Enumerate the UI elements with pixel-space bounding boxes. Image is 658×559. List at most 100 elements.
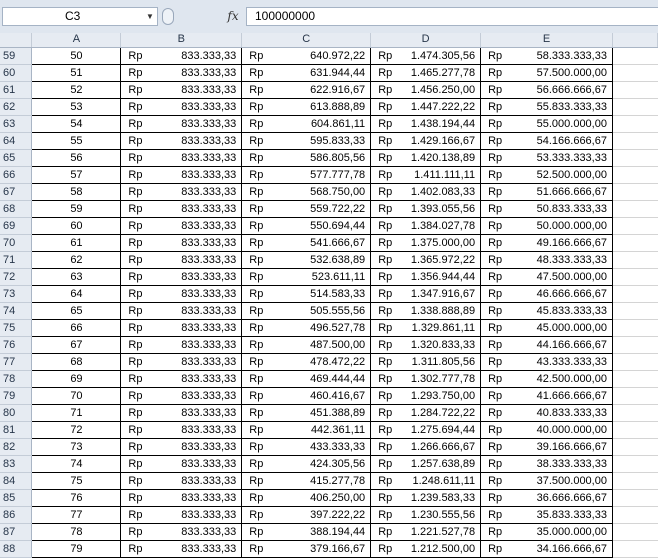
cell-d[interactable]: Rp 1.293.750,00 bbox=[370, 387, 482, 405]
cell-d[interactable]: Rp 1.393.055,56 bbox=[370, 200, 482, 218]
cell-d[interactable]: Rp 1.320.833,33 bbox=[370, 336, 482, 354]
row-header[interactable]: 87 bbox=[0, 523, 33, 541]
cell-f[interactable] bbox=[612, 438, 658, 456]
column-header-d[interactable]: D bbox=[370, 33, 482, 48]
cell-b[interactable]: Rp 833.333,33 bbox=[120, 217, 243, 235]
cell-d[interactable]: Rp 1.329.861,11 bbox=[370, 319, 482, 337]
cell-f[interactable] bbox=[612, 149, 658, 167]
cell-a[interactable]: 63 bbox=[31, 268, 122, 286]
cell-f[interactable] bbox=[612, 251, 658, 269]
cell-c[interactable]: Rp 433.333,33 bbox=[241, 438, 372, 456]
cell-b[interactable]: Rp 833.333,33 bbox=[120, 115, 243, 133]
cell-c[interactable]: Rp 460.416,67 bbox=[241, 387, 372, 405]
cell-b[interactable]: Rp 833.333,33 bbox=[120, 132, 243, 150]
row-header[interactable]: 65 bbox=[0, 149, 33, 167]
cell-a[interactable]: 78 bbox=[31, 523, 122, 541]
cell-f[interactable] bbox=[612, 200, 658, 218]
cell-c[interactable]: Rp 496.527,78 bbox=[241, 319, 372, 337]
row-header[interactable]: 60 bbox=[0, 64, 33, 82]
cell-b[interactable]: Rp 833.333,33 bbox=[120, 421, 243, 439]
cell-b[interactable]: Rp 833.333,33 bbox=[120, 319, 243, 337]
row-header[interactable]: 71 bbox=[0, 251, 33, 269]
cell-e[interactable]: Rp 44.166.666,67 bbox=[480, 336, 613, 354]
cell-f[interactable] bbox=[612, 115, 658, 133]
cell-e[interactable]: Rp 39.166.666,67 bbox=[480, 438, 613, 456]
row-header[interactable]: 62 bbox=[0, 98, 33, 116]
cell-c[interactable]: Rp 451.388,89 bbox=[241, 404, 372, 422]
cell-d[interactable]: Rp 1.230.555,56 bbox=[370, 506, 482, 524]
cell-a[interactable]: 64 bbox=[31, 285, 122, 303]
cell-a[interactable]: 55 bbox=[31, 132, 122, 150]
cell-f[interactable] bbox=[612, 421, 658, 439]
cell-a[interactable]: 54 bbox=[31, 115, 122, 133]
cell-d[interactable]: Rp 1.438.194,44 bbox=[370, 115, 482, 133]
cell-f[interactable] bbox=[612, 455, 658, 473]
cell-e[interactable]: Rp 47.500.000,00 bbox=[480, 268, 613, 286]
row-header[interactable]: 80 bbox=[0, 404, 33, 422]
row-header[interactable]: 68 bbox=[0, 200, 33, 218]
cell-e[interactable]: Rp 56.666.666,67 bbox=[480, 81, 613, 99]
cell-c[interactable]: Rp 541.666,67 bbox=[241, 234, 372, 252]
row-header[interactable]: 79 bbox=[0, 387, 33, 405]
cell-c[interactable]: Rp 577.777,78 bbox=[241, 166, 372, 184]
row-header[interactable]: 72 bbox=[0, 268, 33, 286]
cell-d[interactable]: Rp 1.347.916,67 bbox=[370, 285, 482, 303]
cell-c[interactable]: Rp 397.222,22 bbox=[241, 506, 372, 524]
column-header-b[interactable]: B bbox=[120, 33, 243, 48]
cell-c[interactable]: Rp 604.861,11 bbox=[241, 115, 372, 133]
cell-d[interactable]: Rp 1.411.111,11 bbox=[370, 166, 482, 184]
cell-a[interactable]: 52 bbox=[31, 81, 122, 99]
select-all-corner[interactable] bbox=[0, 33, 33, 48]
cell-c[interactable]: Rp 406.250,00 bbox=[241, 489, 372, 507]
cell-e[interactable]: Rp 52.500.000,00 bbox=[480, 166, 613, 184]
cell-d[interactable]: Rp 1.248.611,11 bbox=[370, 472, 482, 490]
cell-d[interactable]: Rp 1.356.944,44 bbox=[370, 268, 482, 286]
cell-e[interactable]: Rp 55.000.000,00 bbox=[480, 115, 613, 133]
cell-a[interactable]: 57 bbox=[31, 166, 122, 184]
cell-d[interactable]: Rp 1.338.888,89 bbox=[370, 302, 482, 320]
insert-function-icon[interactable]: fx bbox=[222, 7, 244, 26]
cell-f[interactable] bbox=[612, 47, 658, 65]
cell-d[interactable]: Rp 1.474.305,56 bbox=[370, 47, 482, 65]
cell-b[interactable]: Rp 833.333,33 bbox=[120, 523, 243, 541]
cell-f[interactable] bbox=[612, 404, 658, 422]
cell-b[interactable]: Rp 833.333,33 bbox=[120, 200, 243, 218]
row-header[interactable]: 61 bbox=[0, 81, 33, 99]
cell-a[interactable]: 50 bbox=[31, 47, 122, 65]
cell-c[interactable]: Rp 613.888,89 bbox=[241, 98, 372, 116]
cell-d[interactable]: Rp 1.284.722,22 bbox=[370, 404, 482, 422]
cell-d[interactable]: Rp 1.420.138,89 bbox=[370, 149, 482, 167]
formula-bar-resize-handle[interactable] bbox=[162, 8, 174, 25]
cell-a[interactable]: 68 bbox=[31, 353, 122, 371]
cell-f[interactable] bbox=[612, 183, 658, 201]
cell-a[interactable]: 66 bbox=[31, 319, 122, 337]
row-header[interactable]: 78 bbox=[0, 370, 33, 388]
cell-c[interactable]: Rp 487.500,00 bbox=[241, 336, 372, 354]
cell-a[interactable]: 72 bbox=[31, 421, 122, 439]
cell-a[interactable]: 60 bbox=[31, 217, 122, 235]
row-header[interactable]: 63 bbox=[0, 115, 33, 133]
cell-e[interactable]: Rp 37.500.000,00 bbox=[480, 472, 613, 490]
cell-f[interactable] bbox=[612, 132, 658, 150]
cell-a[interactable]: 56 bbox=[31, 149, 122, 167]
cell-e[interactable]: Rp 34.166.666,67 bbox=[480, 540, 613, 558]
cell-d[interactable]: Rp 1.221.527,78 bbox=[370, 523, 482, 541]
cell-f[interactable] bbox=[612, 166, 658, 184]
cell-e[interactable]: Rp 50.000.000,00 bbox=[480, 217, 613, 235]
chevron-down-icon[interactable]: ▼ bbox=[143, 8, 157, 25]
cell-a[interactable]: 75 bbox=[31, 472, 122, 490]
row-header[interactable]: 86 bbox=[0, 506, 33, 524]
cell-e[interactable]: Rp 35.833.333,33 bbox=[480, 506, 613, 524]
cell-e[interactable]: Rp 38.333.333,33 bbox=[480, 455, 613, 473]
row-header[interactable]: 84 bbox=[0, 472, 33, 490]
cell-d[interactable]: Rp 1.257.638,89 bbox=[370, 455, 482, 473]
row-header[interactable]: 66 bbox=[0, 166, 33, 184]
row-header[interactable]: 70 bbox=[0, 234, 33, 252]
cell-a[interactable]: 62 bbox=[31, 251, 122, 269]
cell-e[interactable]: Rp 55.833.333,33 bbox=[480, 98, 613, 116]
cell-e[interactable]: Rp 42.500.000,00 bbox=[480, 370, 613, 388]
cell-e[interactable]: Rp 36.666.666,67 bbox=[480, 489, 613, 507]
cell-c[interactable]: Rp 595.833,33 bbox=[241, 132, 372, 150]
cell-f[interactable] bbox=[612, 217, 658, 235]
cell-d[interactable]: Rp 1.402.083,33 bbox=[370, 183, 482, 201]
